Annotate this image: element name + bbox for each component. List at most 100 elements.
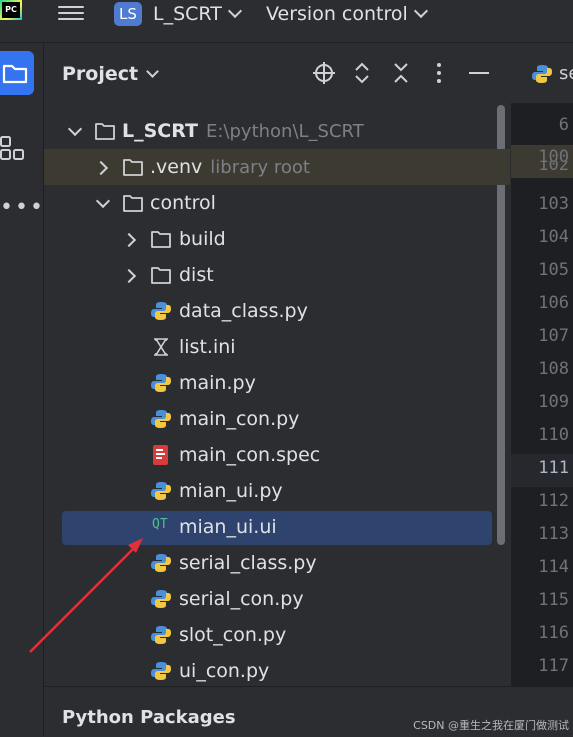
chevron-down-icon — [146, 65, 159, 78]
tree-file-row[interactable]: main_con.py — [44, 401, 510, 437]
project-tool-button[interactable] — [0, 51, 34, 95]
editor-tab[interactable]: se — [511, 43, 573, 104]
expand-all-icon[interactable] — [350, 61, 374, 85]
python-icon — [151, 590, 171, 608]
project-switcher[interactable]: L_SCRT — [153, 2, 242, 26]
collapse-all-icon[interactable] — [389, 61, 413, 85]
chevron-down-icon — [413, 3, 428, 19]
tree-file-row[interactable]: data_class.py — [44, 293, 510, 329]
file-name: main_con.py — [179, 408, 300, 430]
chevron-right-icon[interactable] — [121, 268, 137, 284]
tree-file-row[interactable]: serial_class.py — [44, 545, 510, 581]
title-bar: PC LS L_SCRT Version control — [0, 0, 573, 43]
tree-item-build[interactable]: build — [44, 221, 510, 257]
project-panel: Project L_SCRT E:\python\L_SCRT .venv li… — [44, 43, 510, 686]
line-number: 104 — [538, 227, 569, 247]
tree-item-control[interactable]: control — [44, 185, 510, 221]
build-folder-name: build — [179, 228, 226, 250]
python-icon — [151, 626, 171, 644]
tree-file-row[interactable]: mian_ui.py — [44, 473, 510, 509]
selection-highlight — [62, 511, 492, 545]
chevron-down-icon[interactable] — [95, 193, 111, 209]
chevron-right-icon[interactable] — [121, 232, 137, 248]
line-number: 105 — [538, 260, 569, 280]
pycharm-logo[interactable]: PC — [0, 0, 22, 20]
locate-icon[interactable] — [312, 61, 336, 85]
tree-root-l-scrt[interactable]: L_SCRT E:\python\L_SCRT — [44, 113, 510, 149]
project-badge[interactable]: LS — [114, 2, 142, 26]
file-name: ui_con.py — [179, 660, 270, 682]
line-number: 108 — [538, 359, 569, 379]
chevron-right-icon[interactable] — [93, 160, 109, 176]
line-number: 114 — [538, 557, 569, 577]
tree-item-dist[interactable]: dist — [44, 257, 510, 293]
line-number: 103 — [538, 194, 569, 214]
root-folder-path: E:\python\L_SCRT — [205, 121, 364, 142]
line-number: 6 — [558, 115, 569, 135]
current-line-number: 111 — [511, 454, 573, 487]
dist-folder-name: dist — [179, 264, 214, 286]
line-number: 113 — [538, 524, 569, 544]
main-menu-icon[interactable] — [58, 2, 84, 24]
folder-icon — [151, 267, 171, 284]
line-number: 106 — [538, 293, 569, 313]
panel-header: Project — [44, 43, 510, 105]
tree-file-row[interactable]: main.py — [44, 365, 510, 401]
root-folder-name: L_SCRT — [122, 120, 198, 142]
file-name: list.ini — [179, 336, 236, 358]
line-number: 116 — [538, 623, 569, 643]
line-number: 115 — [538, 590, 569, 610]
tree-file-row[interactable]: serial_con.py — [44, 581, 510, 617]
tree-file-row[interactable]: ui_con.py — [44, 653, 510, 689]
qt-icon: QT — [152, 517, 168, 532]
editor-tab-label: se — [559, 63, 573, 84]
line-number: 109 — [538, 392, 569, 412]
version-control-menu[interactable]: Version control — [266, 2, 428, 26]
line-number: 110 — [538, 425, 569, 445]
watermark: CSDN @重生之我在厦门做测试 — [413, 719, 569, 732]
tree-file-row[interactable]: main_con.spec — [44, 437, 510, 473]
folder-icon — [151, 231, 171, 248]
folder-icon — [123, 159, 143, 176]
spec-icon — [153, 445, 168, 465]
line-number: 117 — [538, 656, 569, 676]
tree-file-row[interactable]: list.ini — [44, 329, 510, 365]
line-number: 107 — [538, 326, 569, 346]
tree-file-row-selected[interactable]: QT mian_ui.ui — [44, 509, 510, 545]
hide-panel-icon[interactable] — [467, 61, 491, 85]
options-icon[interactable] — [427, 61, 451, 85]
line-number: 102 — [538, 161, 569, 175]
ini-icon — [154, 338, 168, 356]
structure-icon[interactable] — [0, 135, 26, 161]
python-icon — [151, 662, 171, 680]
chevron-down-icon[interactable] — [67, 121, 83, 137]
python-icon — [532, 65, 552, 83]
file-name: slot_con.py — [179, 624, 287, 646]
folder-icon — [95, 123, 115, 140]
folder-icon — [2, 64, 28, 84]
folder-icon — [123, 195, 143, 212]
python-icon — [151, 374, 171, 392]
control-folder-name: control — [150, 192, 216, 214]
python-icon — [151, 482, 171, 500]
python-packages-panel: Python Packages CSDN @重生之我在厦门做测试 — [44, 686, 573, 737]
venv-folder-name: .venv — [150, 156, 203, 178]
tree-item-venv[interactable]: .venv library root — [44, 149, 510, 185]
file-name: serial_con.py — [179, 588, 304, 610]
file-name: mian_ui.ui — [179, 516, 277, 538]
python-packages-title[interactable]: Python Packages — [62, 707, 236, 728]
tool-window-strip: ••• — [0, 43, 44, 736]
python-icon — [151, 410, 171, 428]
python-icon — [151, 302, 171, 320]
more-tools-icon[interactable]: ••• — [0, 197, 45, 219]
library-root-hint: library root — [210, 157, 310, 178]
file-name: main.py — [179, 372, 256, 394]
panel-title[interactable]: Project — [62, 63, 159, 85]
file-name: mian_ui.py — [179, 480, 283, 502]
file-name: data_class.py — [179, 300, 308, 322]
file-name: main_con.spec — [179, 444, 321, 466]
tree-file-row[interactable]: slot_con.py — [44, 617, 510, 653]
editor-area: se 6 100 102 103 104 105 106 107 108 109… — [511, 43, 573, 686]
file-name: serial_class.py — [179, 552, 317, 574]
python-icon — [151, 554, 171, 572]
